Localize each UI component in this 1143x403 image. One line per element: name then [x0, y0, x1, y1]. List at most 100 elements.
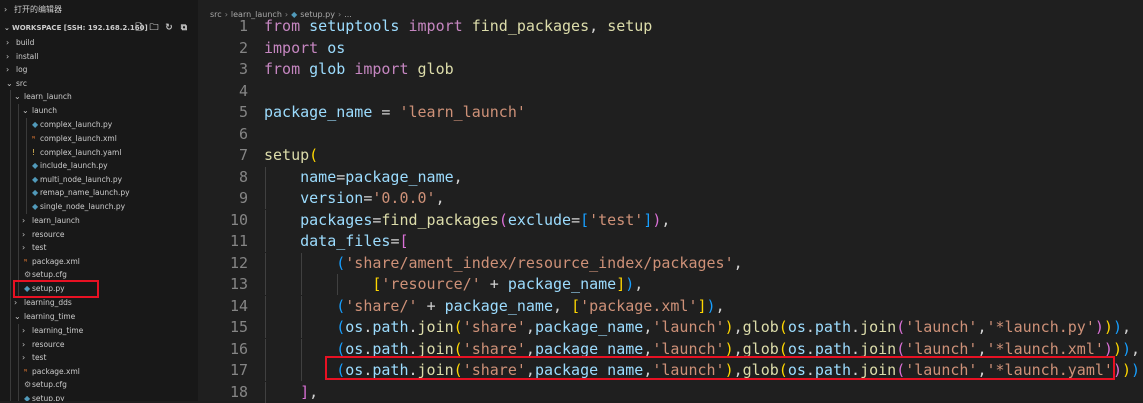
code-text: (os.path.join('share',package_name,'laun…	[336, 318, 1131, 336]
collapse-all-icon[interactable]: ⧉	[179, 20, 189, 36]
tree-item-label: test	[32, 243, 47, 252]
indent-guide	[10, 392, 11, 401]
chevron-down-icon: ⌄	[6, 79, 13, 88]
indent-guide	[10, 338, 11, 352]
indent-guide	[18, 338, 19, 352]
indent-guide	[10, 241, 11, 255]
tree-file[interactable]: ! complex_launch.yaml	[0, 146, 198, 160]
tree-file[interactable]: ⚙ setup.cfg	[0, 378, 198, 392]
tree-item-label: learn_launch	[24, 92, 72, 101]
tree-folder[interactable]: › test	[0, 241, 198, 255]
tree-item-label: learning_dds	[24, 298, 72, 307]
tree-item-label: learning_time	[24, 312, 76, 321]
tree-folder[interactable]: › resource	[0, 338, 198, 352]
tree-file[interactable]: ◆ single_node_launch.py	[0, 200, 198, 214]
code-text: ('share/' + package_name, ['package.xml'…	[336, 296, 725, 315]
chevron-right-icon: ›	[22, 353, 26, 362]
open-editors-header[interactable]: › 打开的编辑器	[0, 0, 198, 20]
code-line[interactable]: 11 data_files=[	[198, 231, 1143, 252]
tree-item-label: log	[16, 65, 28, 74]
new-folder-icon[interactable]: 🗀	[149, 20, 159, 36]
chevron-right-icon: ›	[4, 5, 8, 14]
tree-item-label: resource	[32, 340, 65, 349]
tree-file[interactable]: ᶰ package.xml	[0, 255, 198, 269]
chevron-down-icon: ⌄	[4, 24, 10, 32]
code-line[interactable]: 4	[198, 81, 1143, 102]
indent-guide	[18, 241, 19, 255]
code-line[interactable]: 2 import os	[198, 38, 1143, 59]
line-number: 9	[238, 189, 248, 207]
indent-guide	[10, 186, 11, 200]
yaml-file-icon: !	[32, 148, 36, 157]
tree-folder[interactable]: › test	[0, 351, 198, 365]
indent-guide	[10, 90, 11, 104]
chevron-right-icon: ›	[6, 38, 10, 47]
chevron-right-icon: ›	[6, 65, 10, 74]
tree-folder[interactable]: ⌄ src	[0, 77, 198, 91]
workspace-header[interactable]: ⌄ WORKSPACE [SSH: 192.168.2.160] 🗋 🗀 ↻ ⧉	[0, 20, 198, 36]
tree-folder[interactable]: ⌄ launch	[0, 104, 198, 118]
tree-file[interactable]: ◆ setup.py	[0, 392, 198, 401]
tree-file[interactable]: ᶰ complex_launch.xml	[0, 132, 198, 146]
code-line[interactable]: 18 ],	[198, 381, 1143, 403]
code-line[interactable]: 10 packages=find_packages(exclude=['test…	[198, 209, 1143, 231]
tree-folder[interactable]: › build	[0, 36, 198, 50]
code-line[interactable]: 15 (os.path.join('share',package_name,'l…	[198, 317, 1143, 338]
tree-folder[interactable]: ⌄ learn_launch	[0, 90, 198, 104]
line-number: 2	[238, 38, 248, 57]
python-file-icon: ◆	[32, 175, 39, 184]
python-file-icon: ◆	[32, 120, 39, 129]
line-number: 10	[229, 210, 248, 229]
code-line[interactable]: 3 from glob import glob	[198, 59, 1143, 80]
indent-guide	[10, 159, 11, 173]
tree-file[interactable]: ◆ include_launch.py	[0, 159, 198, 173]
line-number: 18	[229, 382, 248, 401]
code-line[interactable]: 6	[198, 124, 1143, 145]
line-number: 13	[229, 275, 248, 293]
indent-guide	[26, 132, 27, 146]
tree-item-label: remap_name_launch.py	[40, 188, 130, 197]
tree-item-label: package.xml	[32, 257, 80, 266]
tree-file[interactable]: ᶰ package.xml	[0, 365, 198, 379]
tree-file[interactable]: ◆ remap_name_launch.py	[0, 186, 198, 200]
code-text: import os	[264, 38, 346, 57]
code-line[interactable]: 9 version='0.0.0',	[198, 188, 1143, 209]
tree-folder[interactable]: › learn_launch	[0, 214, 198, 228]
tree-item-label: src	[16, 79, 27, 88]
tree-folder[interactable]: › learning_time	[0, 324, 198, 338]
xml-file-icon: ᶰ	[24, 367, 28, 376]
tree-file[interactable]: ◆ multi_node_launch.py	[0, 173, 198, 187]
code-line[interactable]: 5 package_name = 'learn_launch'	[198, 102, 1143, 123]
tree-folder[interactable]: › learning_dds	[0, 296, 198, 310]
indent-guide	[10, 378, 11, 392]
indent-guide	[18, 173, 19, 187]
tree-folder[interactable]: › install	[0, 50, 198, 64]
tree-item-label: single_node_launch.py	[40, 202, 126, 211]
code-line[interactable]: 14 ('share/' + package_name, ['package.x…	[198, 295, 1143, 317]
tree-folder[interactable]: ⌄ learning_time	[0, 310, 198, 324]
code-line[interactable]: 1 from setuptools import find_packages, s…	[198, 16, 1143, 37]
code-line[interactable]: 13 ['resource/' + package_name]),	[198, 274, 1143, 295]
new-file-icon[interactable]: 🗋	[134, 20, 144, 36]
line-number: 8	[238, 167, 248, 186]
code-line[interactable]: 12 ('share/ament_index/resource_index/pa…	[198, 252, 1143, 274]
code-text: packages=find_packages(exclude=['test'])…	[300, 210, 671, 229]
indent-guide	[10, 365, 11, 379]
indent-guide	[18, 104, 19, 118]
indent-guide	[10, 214, 11, 228]
tree-folder[interactable]: › log	[0, 63, 198, 77]
code-line[interactable]: 7 setup(	[198, 145, 1143, 166]
line-number: 16	[229, 339, 248, 358]
tree-file[interactable]: ◆ complex_launch.py	[0, 118, 198, 132]
tree-folder[interactable]: › resource	[0, 228, 198, 242]
code-line[interactable]: 8 name=package_name,	[198, 166, 1143, 188]
refresh-icon[interactable]: ↻	[164, 20, 174, 36]
indent-guide	[26, 118, 27, 132]
chevron-down-icon: ⌄	[22, 106, 29, 115]
code-text: data_files=[	[300, 232, 409, 250]
code-editor[interactable]: src › learn_launch › ◆ setup.py ›... 1 from set…	[198, 0, 1143, 403]
chevron-right-icon: ›	[22, 340, 26, 349]
line-number: 1	[238, 17, 248, 35]
tree-item-label: multi_node_launch.py	[40, 175, 123, 184]
tree-item-label: complex_launch.yaml	[40, 148, 122, 157]
